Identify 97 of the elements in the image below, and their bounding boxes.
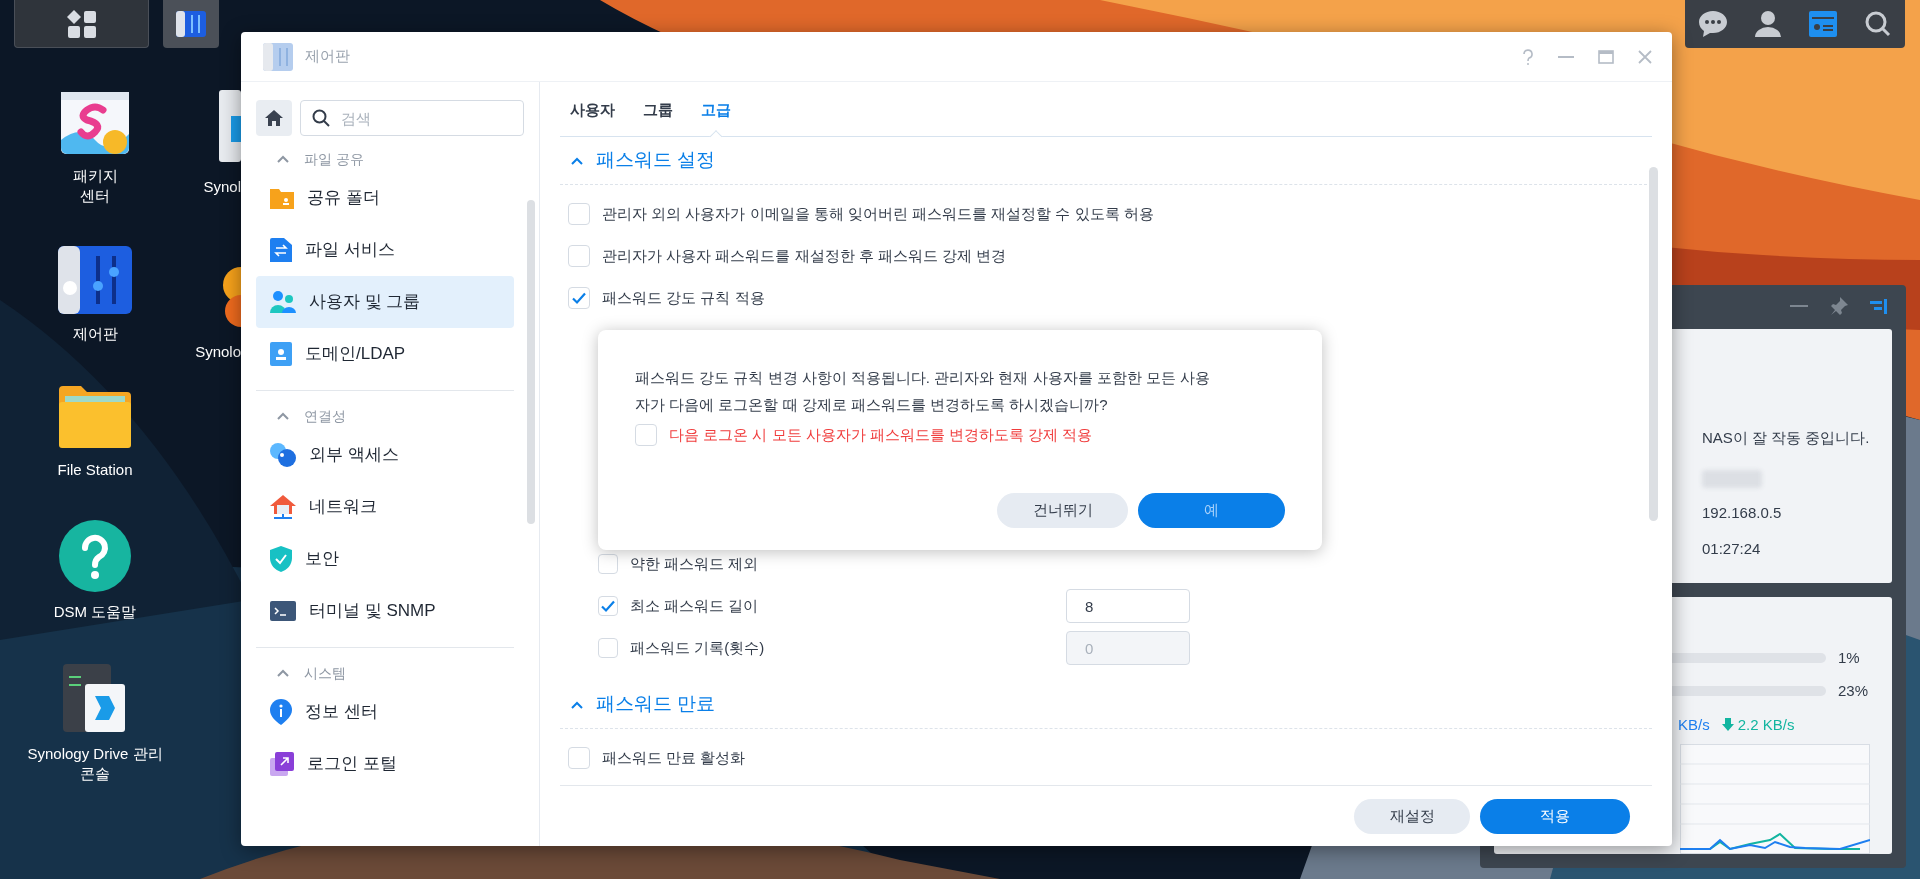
search-field[interactable]: 검색 — [300, 100, 524, 136]
taskbar-button[interactable] — [14, 0, 149, 48]
chevron-up-icon[interactable] — [276, 411, 290, 421]
app-icon — [219, 90, 241, 162]
usage-percent: 1% — [1838, 647, 1860, 668]
dialog-message: 패스워드 강도 규칙 변경 사항이 적용됩니다. 관리자와 현재 사용자를 포함한 모든 사용자가 다음에 로그온할 때 강제로 패스워드를 변경하도록 하시겠습니까? — [635, 368, 1211, 415]
chevron-up-icon[interactable] — [570, 699, 584, 710]
checkbox[interactable] — [568, 245, 590, 267]
sidebar-item[interactable]: 공유 폴더 — [256, 172, 514, 224]
window-title: 제어판 — [305, 46, 350, 67]
desktop-icon-label[interactable]: Synolo — [195, 340, 241, 363]
usage-percent: 23% — [1838, 681, 1869, 701]
checkbox[interactable] — [598, 596, 618, 616]
checkbox[interactable] — [568, 287, 590, 309]
sidebar-section-title: 파일 공유 — [304, 149, 364, 169]
checkmark-icon — [600, 598, 616, 614]
number-field[interactable]: 8 — [1066, 589, 1190, 623]
checkbox[interactable] — [598, 638, 618, 658]
option-label: 다음 로그온 시 모든 사용자가 패스워드를 변경하도록 강제 적용 — [669, 425, 1093, 445]
pin-icon[interactable] — [1830, 297, 1848, 315]
download-speed: 2.2 KB/s — [1737, 714, 1795, 735]
checkmark-icon — [571, 290, 587, 306]
file-transfer-icon — [270, 238, 292, 262]
home-icon — [265, 110, 283, 126]
sidebar-item[interactable]: 사용자 및 그룹 — [256, 276, 514, 328]
checkbox[interactable] — [568, 747, 590, 769]
sidebar-item[interactable]: 네트워크 — [256, 481, 514, 533]
shield-icon — [270, 546, 292, 572]
grid-icon — [66, 9, 97, 38]
reset-button[interactable]: 재설정 — [1354, 798, 1470, 834]
taskbar-app[interactable] — [163, 0, 219, 48]
sidebar-item[interactable]: 보안 — [256, 533, 514, 585]
search-icon — [312, 109, 330, 127]
help-icon[interactable] — [1522, 48, 1534, 65]
scrollbar[interactable] — [1649, 167, 1658, 521]
option-label: 패스워드 강도 규칙 적용 — [602, 287, 765, 308]
portal-icon — [270, 752, 294, 776]
desktop-icon-label[interactable]: DSM 도움말 — [53, 602, 137, 622]
desktop-icon-label[interactable]: 제어판 — [72, 324, 118, 344]
folder-icon — [57, 384, 133, 450]
section-title: 패스워드 만료 — [596, 692, 716, 717]
terminal-icon — [270, 601, 296, 621]
option-label: 관리자가 사용자 패스워드를 재설정한 후 패스워드 강제 변경 — [602, 245, 1007, 266]
help-icon — [59, 520, 131, 592]
search-icon[interactable] — [1865, 11, 1891, 37]
close-icon[interactable] — [1638, 49, 1652, 64]
app-icon — [223, 266, 241, 327]
desktop-icon-label[interactable]: File Station — [57, 460, 133, 480]
sidebar-item[interactable]: 도메인/LDAP — [256, 328, 514, 380]
sliders-icon — [263, 42, 293, 71]
desktop-icon-label[interactable]: Synology Drive 관리 콘솔 — [27, 744, 163, 784]
contact-card-icon — [270, 342, 292, 366]
checkbox[interactable] — [568, 203, 590, 225]
upload-speed: KB/s — [1678, 714, 1710, 735]
apply-button[interactable]: 적용 — [1480, 798, 1630, 834]
home-button[interactable] — [256, 100, 292, 136]
house-icon — [270, 495, 296, 519]
option-label: 관리자 외의 사용자가 이메일을 통해 잊어버린 패스워드를 재설정할 수 있도록 허용 — [602, 203, 1154, 224]
info-value: 192.168.0.5 — [1702, 502, 1783, 523]
info-value: 01:27:24 — [1702, 539, 1762, 559]
sidebar-item[interactable]: 터미널 및 SNMP — [256, 585, 514, 637]
desktop-icon-label[interactable]: 패키지 센터 — [72, 166, 118, 206]
option-label: 약한 패스워드 제외 — [630, 553, 759, 574]
scrollbar[interactable] — [527, 200, 535, 524]
checkbox[interactable] — [598, 554, 618, 574]
status-text: NAS이 잘 작동 중입니다. — [1702, 428, 1871, 448]
maximize-icon[interactable] — [1598, 49, 1614, 64]
sidebar-item[interactable]: 외부 액세스 — [256, 429, 514, 481]
section-title: 패스워드 설정 — [596, 148, 716, 173]
sidebar-item[interactable]: 로그인 포털 — [256, 738, 514, 790]
option-label: 패스워드 기록(횟수) — [630, 637, 765, 658]
link-icon — [270, 443, 296, 467]
checkbox[interactable] — [635, 424, 657, 447]
tab[interactable]: 고급 — [701, 98, 731, 136]
sliders-icon — [58, 246, 132, 314]
chat-icon[interactable] — [1699, 11, 1727, 37]
chevron-up-icon[interactable] — [276, 154, 290, 164]
folder-icon — [270, 187, 294, 209]
tab[interactable]: 사용자 — [570, 98, 615, 136]
chevron-up-icon[interactable] — [276, 668, 290, 678]
sidebar-section-title: 연결성 — [304, 406, 346, 426]
desktop-icon-label[interactable]: Synol — [203, 176, 241, 199]
user-icon[interactable] — [1755, 11, 1781, 37]
option-label: 패스워드 만료 활성화 — [602, 747, 746, 768]
users-icon — [270, 291, 296, 313]
skip-button[interactable]: 건너뛰기 — [997, 493, 1128, 528]
option-label: 최소 패스워드 길이 — [630, 595, 759, 616]
sidebar-section-title: 시스템 — [304, 663, 346, 683]
sliders-icon — [176, 11, 206, 37]
info-icon — [270, 699, 292, 725]
arrow-down-icon — [1721, 718, 1734, 732]
sidebar-item[interactable]: 파일 서비스 — [256, 224, 514, 276]
menu-icon[interactable] — [1870, 297, 1888, 315]
chevron-up-icon[interactable] — [570, 155, 584, 166]
tab[interactable]: 그룹 — [643, 98, 673, 136]
widget-icon[interactable] — [1809, 11, 1837, 37]
sidebar-item[interactable]: 정보 센터 — [256, 686, 514, 738]
